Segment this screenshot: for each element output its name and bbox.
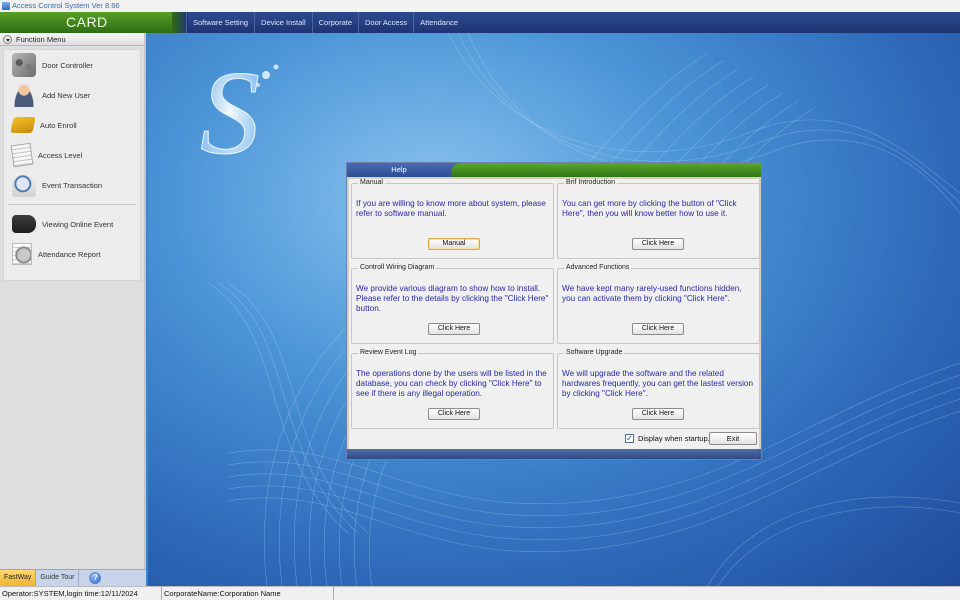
status-bar: Operator:SYSTEM,login time:12/11/2024 14… [0,586,960,600]
main-menu: Software Setting Device Install Corporat… [186,12,464,33]
help-dialog-title: Help [391,165,407,174]
sidebar-item-label: Door Controller [42,60,93,70]
group-legend: Review Event Log [358,349,419,356]
sidebar-item-viewing-online-event[interactable]: Viewing Online Event [4,209,140,239]
sidebar-item-label: Auto Enroll [40,120,77,130]
group-text: You can get more by clicking the button … [562,199,737,218]
menu-door-access[interactable]: Door Access [358,12,413,33]
group-brief-introduction: Brif Introduction You can get more by cl… [557,179,760,259]
group-legend: Brif Introduction [564,179,618,186]
access-level-icon [10,142,34,168]
tab-fastway[interactable]: FastWay [0,570,37,586]
window-title: Access Control System Ver 8.66 [12,1,120,10]
exit-button[interactable]: Exit [709,432,757,445]
group-text: We provide various diagram to show how t… [356,284,549,313]
function-menu-header[interactable]: Function Menu [0,33,144,46]
sidebar-item-label: Attendance Report [38,249,101,259]
sidebar-item-add-new-user[interactable]: Add New User [4,80,140,110]
menu-attendance[interactable]: Attendance [413,12,464,33]
sidebar-item-door-controller[interactable]: Door Controller [4,50,140,80]
help-dialog-title-accent [451,163,761,177]
group-legend: Advanced Functions [564,264,632,271]
group-text: We have kept many rarely-used functions … [562,284,742,303]
app-icon [2,2,10,10]
sidebar-item-label: Access Level [38,150,83,160]
wiring-click-here-button[interactable]: Click Here [428,323,480,335]
group-text: We will upgrade the software and the rel… [562,369,753,398]
group-advanced-functions: Advanced Functions We have kept many rar… [557,264,760,344]
top-menu-bar: CARD Software Setting Device Install Cor… [0,12,960,33]
help-dialog-titlebar[interactable]: Help [347,163,761,177]
help-dialog-bottom-bar [347,449,761,459]
group-review-event-log: Review Event Log The operations done by … [351,349,554,429]
group-software-upgrade: Software Upgrade We will upgrade the sof… [557,349,760,429]
function-menu-title: Function Menu [16,35,66,44]
advanced-click-here-button[interactable]: Click Here [632,323,684,335]
group-text: The operations done by the users will be… [356,369,547,398]
sidebar-item-label: Event Transaction [42,180,103,190]
sidebar-item-attendance-report[interactable]: Attendance Report [4,239,140,269]
status-operator: Operator:SYSTEM,login time:12/11/2024 14… [0,587,162,600]
sidebar-item-label: Add New User [42,90,91,100]
status-corporate: CorporateName:Corporation Name [162,587,334,600]
group-wiring-diagram: Controll Wiring Diagram We provide vario… [351,264,554,344]
group-manual: Manual If you are willing to know more a… [351,179,554,259]
status-empty [334,587,960,600]
sidebar-tabs: FastWay Guide Tour ? [0,569,146,586]
camera-icon [12,215,36,233]
tab-guide-tour[interactable]: Guide Tour [36,570,80,586]
sidebar-divider [8,204,136,205]
sidebar-item-label: Viewing Online Event [42,219,114,229]
help-dialog-body: Manual If you are willing to know more a… [349,179,760,449]
group-text: If you are willing to know more about sy… [356,199,546,218]
sidebar-item-auto-enroll[interactable]: Auto Enroll [4,110,140,140]
menu-corporate[interactable]: Corporate [311,12,358,33]
event-transaction-icon [12,173,36,197]
display-on-startup-label: Display when startup. [638,434,710,443]
function-menu-sidebar: Function Menu Door Controller Add New Us… [0,33,146,586]
group-legend: Manual [358,179,385,186]
sidebar-item-access-level[interactable]: Access Level [4,140,140,170]
user-icon [12,83,36,107]
help-dialog: Help Manual If you are willing to know m… [346,162,762,460]
group-legend: Controll Wiring Diagram [358,264,437,271]
auto-enroll-icon [10,117,36,133]
door-controller-icon [12,53,36,77]
group-legend: Software Upgrade [564,349,625,356]
eventlog-click-here-button[interactable]: Click Here [428,408,480,420]
brand-logo: CARD [0,12,172,33]
attendance-report-icon [12,243,32,265]
function-menu-list: Door Controller Add New User Auto Enroll… [3,49,141,281]
chevron-down-icon[interactable] [3,35,12,44]
help-dialog-footer: ✓ Display when startup. Exit [349,431,759,447]
intro-click-here-button[interactable]: Click Here [632,238,684,250]
title-bar: Access Control System Ver 8.66 [0,0,960,12]
s-logo-decoration: S [200,46,260,179]
manual-button[interactable]: Manual [428,238,480,250]
upgrade-click-here-button[interactable]: Click Here [632,408,684,420]
menu-device-install[interactable]: Device Install [254,12,312,33]
menu-software-setting[interactable]: Software Setting [186,12,254,33]
sidebar-item-event-transaction[interactable]: Event Transaction [4,170,140,200]
help-icon[interactable]: ? [89,572,102,584]
display-on-startup-checkbox[interactable]: ✓ [625,434,634,443]
